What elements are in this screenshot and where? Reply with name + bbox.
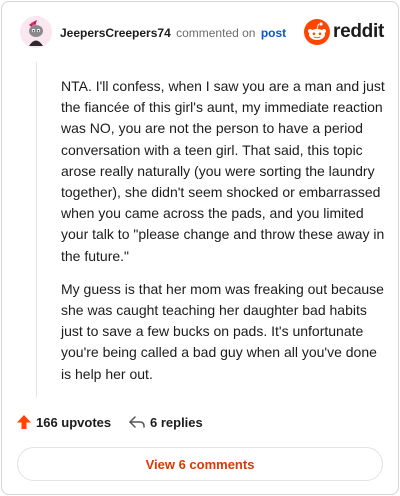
- upvote-count: 166 upvotes: [36, 414, 112, 430]
- commented-on-text: commented on: [176, 26, 256, 40]
- upvote-button[interactable]: 166 upvotes: [16, 410, 111, 434]
- username-link[interactable]: JeepersCreepers74: [60, 26, 171, 40]
- view-comments-button[interactable]: View 6 comments: [17, 447, 383, 481]
- comment-actions: 166 upvotes 6 replies: [16, 410, 384, 434]
- reddit-logo-icon: [304, 19, 331, 45]
- comment-meta: JeepersCreepers74 commented on post: [60, 26, 286, 40]
- reply-count: 6 replies: [150, 414, 203, 430]
- comment-header: JeepersCreepers74 commented on post redd…: [16, 14, 384, 50]
- reddit-brand[interactable]: reddit: [304, 18, 384, 46]
- avatar-icon: [20, 16, 52, 48]
- upvote-arrow-icon: [17, 415, 31, 429]
- reddit-wordmark: reddit: [333, 21, 384, 42]
- avatar[interactable]: [20, 16, 52, 48]
- post-link[interactable]: post: [261, 26, 286, 40]
- reply-arrow-icon: [129, 416, 145, 428]
- comment-paragraph-2: My guess is that her mom was freaking ou…: [61, 280, 384, 382]
- comment-body: NTA. I'll confess, when I saw you are a …: [61, 76, 387, 397]
- reply-button[interactable]: 6 replies: [128, 410, 203, 434]
- comment-paragraph-1: NTA. I'll confess, when I saw you are a …: [61, 78, 385, 264]
- thread-line: [36, 62, 37, 398]
